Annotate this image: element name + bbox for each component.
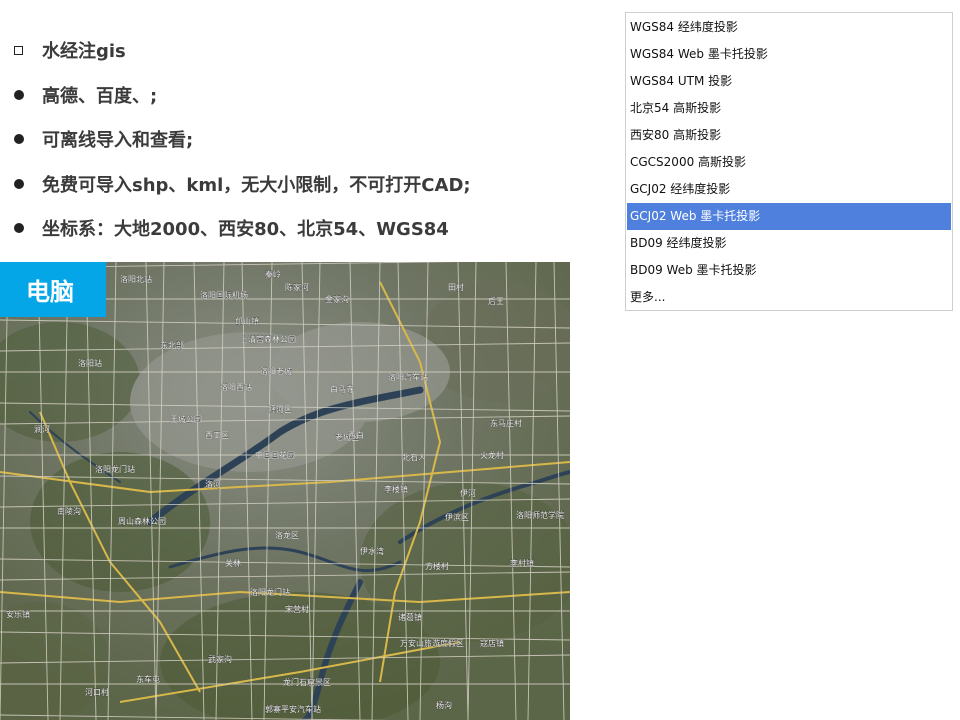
dropdown-option[interactable]: WGS84 经纬度投影 xyxy=(627,14,951,41)
map-place-label: 方楼村 xyxy=(425,561,449,571)
map-place-label: 洛阳龙门站 xyxy=(250,587,290,597)
map-place-label: 上清宫森林公园 xyxy=(240,334,296,344)
feature-item: 高德、百度、; xyxy=(14,73,604,118)
feature-item: 水经注gis xyxy=(14,28,604,73)
dropdown-option[interactable]: WGS84 Web 墨卡托投影 xyxy=(627,41,951,68)
map-place-label: 伊河 xyxy=(460,488,476,498)
map-place-label: 洛阳师范学院 xyxy=(516,510,564,520)
feature-item: 坐标系：大地2000、西安80、北京54、WGS84 xyxy=(14,206,604,251)
feature-text: 可离线导入和查看; xyxy=(42,130,194,152)
map-place-label: 龙门石窟景区 xyxy=(283,677,331,687)
dropdown-option[interactable]: CGCS2000 高斯投影 xyxy=(627,149,951,176)
feature-item: 可离线导入和查看; xyxy=(14,117,604,162)
projection-dropdown[interactable]: WGS84 经纬度投影 WGS84 Web 墨卡托投影 WGS84 UTM 投影 北京… xyxy=(625,12,953,311)
dot-bullet-icon xyxy=(14,134,24,145)
map-place-label: 火龙村 xyxy=(480,450,504,460)
map-place-label: 后王 xyxy=(488,296,504,306)
map-place-label: 白马寺 xyxy=(330,384,354,394)
dropdown-option[interactable]: GCJ02 经纬度投影 xyxy=(627,176,951,203)
map-canvas[interactable]: 洛阳北站 秦岭陈家河金家沟 田村后王 洛阳国际机场邙山镇上清宫森林公园东北部洛阳站洛阳… xyxy=(0,262,570,720)
map-place-label: 郭寨平安汽车站 xyxy=(265,704,321,714)
map-place-label: 田村 xyxy=(448,282,464,292)
map-place-label: 东车屯 xyxy=(136,674,160,684)
dropdown-option[interactable]: BD09 经纬度投影 xyxy=(627,230,951,257)
map-place-label: 洛阳汽车站 xyxy=(388,372,428,382)
map-place-label: 洛阳龙门站 xyxy=(95,464,135,474)
map-place-label: 洛河 xyxy=(205,479,221,489)
map-place-label: 西工区 xyxy=(205,431,229,440)
map-place-label: 北石人 xyxy=(402,453,426,462)
map-place-label: 东马庄村 xyxy=(490,418,522,428)
dropdown-option[interactable]: BD09 Web 墨卡托投影 xyxy=(627,257,951,284)
map-place-label: 邙山镇 xyxy=(235,316,259,326)
map-place-label: 金家沟 xyxy=(325,294,349,304)
map-place-label: 洛龙区 xyxy=(275,530,299,540)
map-place-label: 诸葛镇 xyxy=(398,612,422,622)
dot-bullet-icon xyxy=(14,178,24,189)
map-place-label: 万安山旅游度假区 xyxy=(400,638,464,648)
map-place-label: 河口村 xyxy=(85,687,109,697)
map-place-label: 中国国花园 xyxy=(255,450,295,460)
feature-text: 免费可导入shp、kml，无大小限制，不可打开CAD; xyxy=(42,174,471,196)
map-place-label: 安乐镇 xyxy=(6,609,30,619)
feature-text: 水经注gis xyxy=(42,41,126,63)
map-place-label: 王城公园 xyxy=(170,415,202,424)
map-place-label: 瀍河区 xyxy=(268,404,292,414)
map-place-label: 伊水湾 xyxy=(360,546,384,556)
dropdown-option[interactable]: WGS84 UTM 投影 xyxy=(627,68,951,95)
map-place-label: 南陵沟 xyxy=(57,506,81,516)
map-place-label: 涧河 xyxy=(34,424,50,434)
map-place-label: 李楼镇 xyxy=(384,484,408,494)
map-place-label: 东北部 xyxy=(160,340,184,350)
dropdown-option[interactable]: 北京54 高斯投影 xyxy=(627,95,951,122)
dot-bullet-icon xyxy=(14,89,24,100)
dot-bullet-icon xyxy=(14,223,24,234)
square-bullet-icon xyxy=(14,45,23,55)
map-place-label: 洛阳国际机场 xyxy=(200,290,248,300)
map-place-label: 西白 xyxy=(348,430,364,440)
dropdown-option[interactable]: 更多... xyxy=(627,284,951,311)
feature-text: 高德、百度、; xyxy=(42,85,158,107)
map-place-label: 洛阳老城 xyxy=(260,366,292,376)
map-place-label: 关林 xyxy=(225,558,241,568)
map-place-label: 周山森林公园 xyxy=(118,516,166,526)
dropdown-option[interactable]: GCJ02 Web 墨卡托投影 xyxy=(627,203,951,230)
feature-text: 坐标系：大地2000、西安80、北京54、WGS84 xyxy=(42,219,449,241)
map-place-label: 寇店镇 xyxy=(480,638,504,648)
satellite-map[interactable]: 洛阳北站 秦岭 陈家河金家沟 田村后王 洛阳国际机场邙山镇上清宫森林公园东北部洛阳站洛阳… xyxy=(0,262,570,720)
map-place-label: 陈家河 xyxy=(285,282,309,292)
feature-item: 免费可导入shp、kml，无大小限制，不可打开CAD; xyxy=(14,162,604,207)
map-place-label: 宋营村 xyxy=(285,604,309,614)
map-place-label: 杨沟 xyxy=(436,700,452,710)
map-place-label: 洛阳站 xyxy=(78,358,102,368)
map-place-label: 洛阳北站 xyxy=(120,274,152,284)
map-place-label: 李村镇 xyxy=(510,558,534,568)
device-badge: 电脑 xyxy=(0,262,106,317)
map-place-label: 洛阳西站 xyxy=(220,382,252,392)
dropdown-option[interactable]: 西安80 高斯投影 xyxy=(627,122,951,149)
map-place-label: 秦岭 xyxy=(265,269,281,279)
map-place-label: 武家沟 xyxy=(208,654,232,664)
map-place-label: 伊滨区 xyxy=(445,512,469,522)
feature-list: 水经注gis 高德、百度、; 可离线导入和查看; 免费可导入shp、kml，无大… xyxy=(14,28,604,251)
